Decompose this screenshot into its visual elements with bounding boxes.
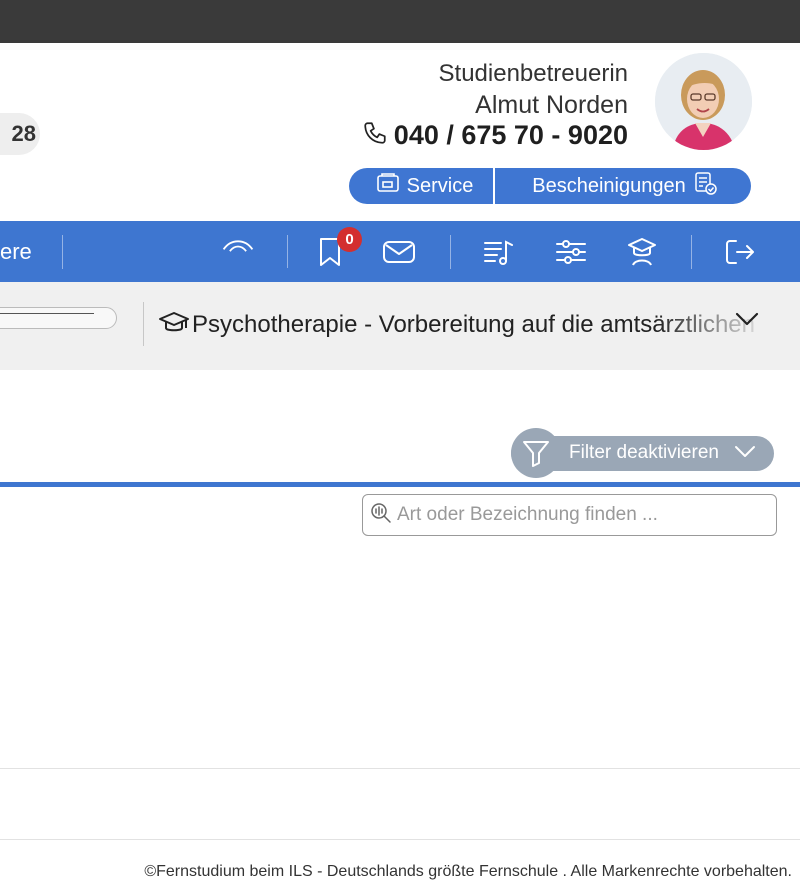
certificates-label: Bescheinigungen bbox=[532, 174, 686, 197]
certificates-button[interactable]: Bescheinigungen bbox=[495, 168, 751, 204]
nav-divider bbox=[62, 235, 63, 269]
filter-label: Filter deaktivieren bbox=[569, 442, 719, 463]
top-strip bbox=[0, 0, 800, 43]
chevron-down-icon[interactable] bbox=[734, 310, 760, 333]
course-dropdown[interactable]: Psychotherapie - Vorbereitung auf die am… bbox=[158, 307, 764, 343]
nav-item-partial[interactable]: ere bbox=[0, 221, 32, 282]
advisor-role: Studienbetreuerin bbox=[438, 60, 628, 87]
course-divider bbox=[143, 302, 144, 346]
filter-chevron-down-icon bbox=[733, 444, 757, 465]
service-button[interactable]: Service bbox=[349, 168, 495, 204]
bookmark-count-badge: 0 bbox=[337, 227, 362, 252]
partial-counter-text: 28 bbox=[11, 121, 36, 146]
service-bar: Service Bescheinigungen bbox=[349, 168, 751, 204]
partial-search-field[interactable] bbox=[0, 307, 117, 329]
filter-icon bbox=[511, 428, 561, 478]
graduate-icon[interactable] bbox=[624, 234, 660, 270]
section-divider bbox=[0, 482, 800, 487]
nav-divider bbox=[287, 235, 288, 269]
search-input[interactable] bbox=[397, 504, 767, 526]
course-selector-row: Psychotherapie - Vorbereitung auf die am… bbox=[0, 282, 800, 370]
signal-icon[interactable] bbox=[220, 226, 256, 262]
document-search-box bbox=[362, 494, 777, 536]
graduation-cap-icon bbox=[158, 310, 190, 341]
phone-number: 040 / 675 70 - 9020 bbox=[393, 120, 628, 150]
voice-search-icon[interactable] bbox=[369, 501, 393, 530]
partial-counter-pill[interactable]: 28 bbox=[0, 113, 40, 155]
main-navbar: ere bbox=[0, 221, 800, 282]
logout-icon[interactable] bbox=[722, 234, 758, 270]
content-divider bbox=[0, 768, 800, 769]
playlist-icon[interactable] bbox=[480, 234, 516, 270]
mail-icon[interactable] bbox=[381, 234, 417, 270]
nav-divider bbox=[450, 235, 451, 269]
service-icon bbox=[369, 171, 407, 201]
advisor-phone-row[interactable]: 040 / 675 70 - 9020 bbox=[362, 120, 628, 151]
service-label: Service bbox=[406, 174, 474, 197]
selected-course: Psychotherapie - Vorbereitung auf die am… bbox=[192, 311, 755, 338]
certificate-icon bbox=[686, 170, 724, 202]
advisor-name: Almut Norden bbox=[475, 91, 628, 119]
input-underline bbox=[0, 313, 94, 314]
footer-divider bbox=[0, 839, 800, 840]
nav-divider bbox=[691, 235, 692, 269]
advisor-avatar bbox=[655, 53, 752, 150]
phone-icon bbox=[362, 120, 394, 151]
settings-sliders-icon[interactable] bbox=[553, 234, 589, 270]
footer-copyright: ©Fernstudium beim ILS - Deutschlands grö… bbox=[144, 863, 792, 880]
